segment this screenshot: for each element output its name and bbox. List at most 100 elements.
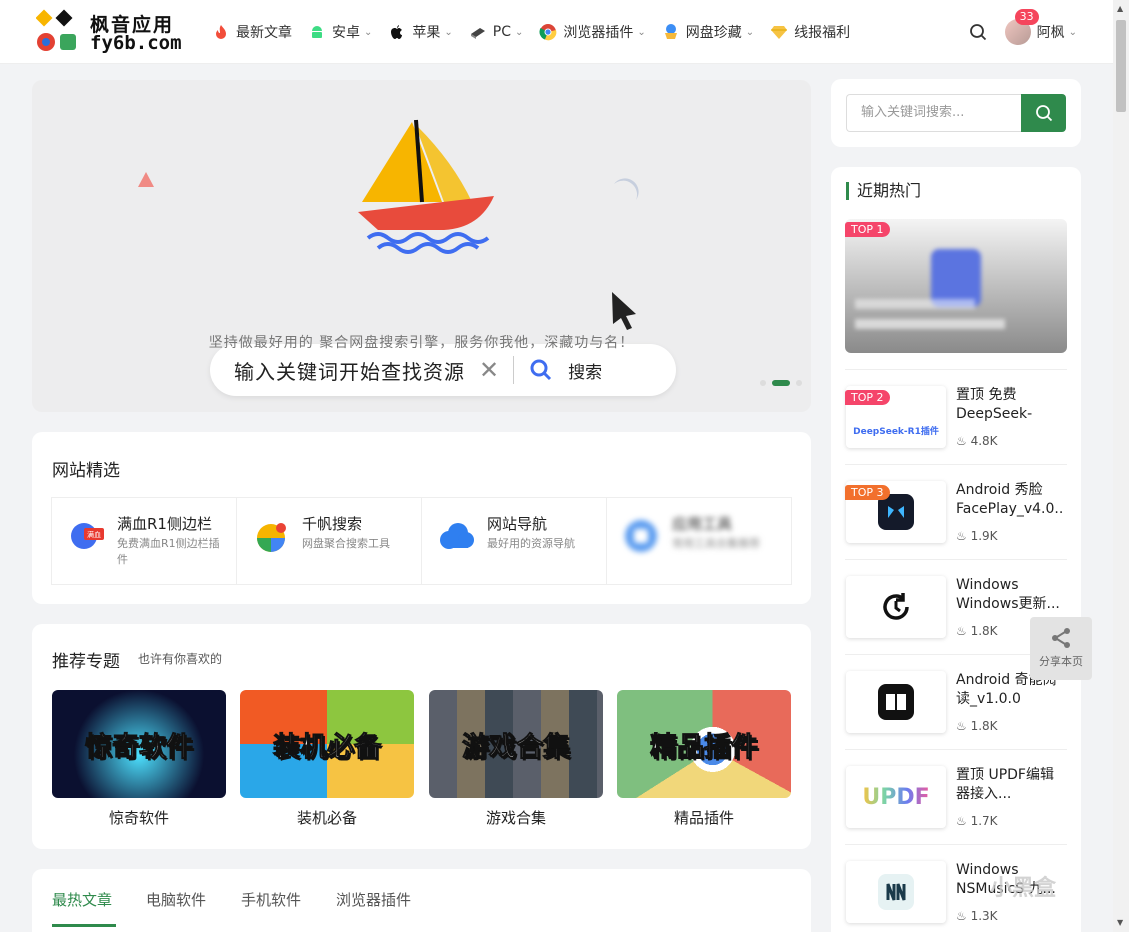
pick-desc: 网盘聚合搜索工具 bbox=[302, 537, 390, 550]
update-icon bbox=[883, 593, 909, 620]
nav-label: PC bbox=[492, 24, 511, 40]
divider bbox=[513, 356, 515, 384]
tab-mobile-software[interactable]: 手机软件 bbox=[241, 889, 301, 910]
notification-badge: 33 bbox=[1014, 9, 1039, 25]
nav-latest[interactable]: 最新文章 bbox=[212, 22, 292, 42]
view-count: ♨ 1.8K bbox=[956, 624, 998, 638]
carousel-dot[interactable] bbox=[796, 380, 802, 386]
fire-icon: ♨ bbox=[956, 529, 967, 543]
nav-label: 网盘珍藏 bbox=[685, 25, 742, 41]
topic-card[interactable]: 装机必备 装机必备 bbox=[240, 690, 414, 828]
carousel-dots[interactable] bbox=[760, 380, 802, 386]
top-header: 枫音应用 fy6b.com 最新文章 安卓 ⌄ 苹果 ⌄ PC ⌄ 浏览器插件 ⌄ 网盘… bbox=[0, 0, 1113, 64]
apple-icon bbox=[388, 23, 406, 41]
site-logo[interactable]: 枫音应用 fy6b.com bbox=[35, 8, 186, 56]
site-picks-section: 网站精选 满血 满血R1侧边栏 免费满血R1侧边栏插件 千帆搜索 网盘聚合搜索工… bbox=[32, 432, 811, 604]
fire-icon: ♨ bbox=[956, 624, 967, 638]
article-title: 置顶 免费DeepSeek-R1... bbox=[956, 387, 1033, 426]
tab-browser-plugins[interactable]: 浏览器插件 bbox=[336, 889, 411, 910]
topic-card[interactable]: 游戏合集 游戏合集 bbox=[429, 690, 603, 828]
search-icon bbox=[1035, 105, 1052, 122]
article-thumbnail bbox=[846, 861, 946, 923]
reader-app-icon bbox=[878, 684, 914, 720]
watermark-text: 小黑盒 bbox=[990, 876, 1057, 901]
tool-icon bbox=[625, 520, 657, 552]
search-icon[interactable] bbox=[969, 23, 987, 41]
clear-icon[interactable]: ✕ bbox=[479, 356, 499, 384]
nav-label: 安卓 bbox=[332, 25, 360, 41]
carousel-dot[interactable] bbox=[760, 380, 766, 386]
rank-tag: TOP 3 bbox=[845, 485, 890, 500]
view-count: ♨ 1.7K bbox=[956, 814, 998, 828]
top1-card[interactable]: TOP 1 bbox=[845, 219, 1067, 353]
article-thumbnail bbox=[846, 671, 946, 733]
page-scrollbar[interactable]: ▲ ▼ bbox=[1113, 0, 1129, 932]
topic-caption: 精品插件 bbox=[673, 809, 734, 827]
username[interactable]: 阿枫 bbox=[1037, 22, 1065, 42]
nav-apple[interactable]: 苹果 ⌄ bbox=[388, 22, 453, 42]
scroll-up-arrow-icon[interactable]: ▲ bbox=[1117, 4, 1123, 13]
view-count: ♨ 1.3K bbox=[956, 909, 998, 923]
pick-title: 千帆搜索 bbox=[302, 515, 363, 533]
view-count: ♨ 4.8K bbox=[956, 434, 998, 448]
hot-item[interactable]: TOP 2 DeepSeek-R1插件 置顶 免费DeepSeek-R1... … bbox=[845, 369, 1067, 449]
pick-desc: 常用工具合集推荐 bbox=[672, 537, 760, 550]
topic-image: 精品插件 bbox=[617, 690, 791, 798]
share-page-button[interactable]: 分享本页 bbox=[1030, 617, 1092, 680]
chevron-down-icon: ⌄ bbox=[637, 26, 646, 38]
pick-title: 网站导航 bbox=[487, 515, 548, 533]
android-icon bbox=[308, 23, 326, 41]
article-thumbnail bbox=[846, 576, 946, 638]
article-tabs: 最热文章 电脑软件 手机软件 浏览器插件 bbox=[32, 869, 811, 932]
navigation-cloud-icon bbox=[440, 523, 474, 549]
hero-search-text[interactable]: 输入关键词开始查找资源 bbox=[234, 356, 465, 385]
qianfan-icon bbox=[257, 523, 286, 552]
nav-pc[interactable]: PC ⌄ bbox=[469, 23, 524, 41]
scrollbar-thumb[interactable] bbox=[1116, 20, 1126, 112]
fire-icon: ♨ bbox=[956, 814, 967, 828]
view-count: ♨ 1.9K bbox=[956, 529, 998, 543]
logo-text-domain: fy6b.com bbox=[90, 32, 182, 54]
active-tab-indicator bbox=[52, 924, 116, 927]
music-app-icon bbox=[878, 874, 914, 910]
pick-item[interactable]: 应用工具 常用工具合集推荐 bbox=[607, 498, 791, 584]
pick-title: 应用工具 bbox=[672, 515, 733, 533]
section-title: 网站精选 bbox=[52, 461, 120, 481]
nav-cloud-collection[interactable]: 网盘珍藏 ⌄ bbox=[662, 22, 754, 42]
chevron-down-icon: ⌄ bbox=[515, 26, 524, 38]
tab-hot[interactable]: 最热文章 bbox=[52, 889, 112, 910]
topic-caption: 装机必备 bbox=[296, 809, 357, 827]
topic-image: 装机必备 bbox=[240, 690, 414, 798]
search-icon bbox=[530, 359, 552, 381]
article-title: Windows Windows更新... bbox=[956, 577, 1060, 612]
sidebar-search: 输入关键词搜索... bbox=[831, 79, 1081, 147]
pick-item[interactable]: 满血 满血R1侧边栏 免费满血R1侧边栏插件 bbox=[52, 498, 237, 584]
fire-icon: ♨ bbox=[956, 434, 967, 448]
nav-browser-plugins[interactable]: 浏览器插件 ⌄ bbox=[539, 22, 646, 42]
hot-articles-panel: 近期热门 TOP 1 TOP 2 DeepSeek-R1插件 置顶 免费Deep… bbox=[831, 167, 1081, 932]
picks-grid: 满血 满血R1侧边栏 免费满血R1侧边栏插件 千帆搜索 网盘聚合搜索工具 网站导… bbox=[51, 497, 792, 585]
hot-item[interactable]: TOP 3 Android 秀脸FacePlay_v4.0.... ♨ 1.9K bbox=[845, 464, 1067, 544]
sidebar-plugin-icon: 满血 bbox=[71, 523, 104, 549]
sidebar-search-input[interactable]: 输入关键词搜索... bbox=[846, 94, 1021, 132]
chevron-down-icon: ⌄ bbox=[745, 26, 755, 38]
hot-item[interactable]: UPDF 置顶 UPDF编辑器接入... ♨ 1.7K bbox=[845, 749, 1067, 829]
pick-item[interactable]: 网站导航 最好用的资源导航 bbox=[422, 498, 607, 584]
topic-card[interactable]: 精品插件 精品插件 bbox=[617, 690, 791, 828]
sidebar-search-button[interactable] bbox=[1021, 94, 1066, 132]
tab-pc-software[interactable]: 电脑软件 bbox=[146, 889, 206, 910]
hero-search-button[interactable]: 搜索 bbox=[568, 358, 602, 383]
topic-image: 惊奇软件 bbox=[52, 690, 226, 798]
rank-tag: TOP 1 bbox=[845, 222, 890, 237]
scroll-down-arrow-icon[interactable]: ▼ bbox=[1117, 918, 1123, 927]
carousel-dot-active[interactable] bbox=[772, 380, 790, 386]
article-title: Android 秀脸FacePlay_v4.0.... bbox=[956, 482, 1064, 517]
pick-title: 满血R1侧边栏 bbox=[117, 515, 212, 533]
nav-android[interactable]: 安卓 ⌄ bbox=[308, 22, 372, 42]
nav-deals[interactable]: 线报福利 bbox=[770, 22, 850, 42]
chevron-down-icon: ⌄ bbox=[444, 26, 453, 38]
avatar[interactable]: 33 bbox=[1004, 9, 1039, 45]
topic-card[interactable]: 惊奇软件 惊奇软件 bbox=[52, 690, 226, 828]
nav-label: 最新文章 bbox=[236, 25, 292, 41]
pick-item[interactable]: 千帆搜索 网盘聚合搜索工具 bbox=[237, 498, 422, 584]
